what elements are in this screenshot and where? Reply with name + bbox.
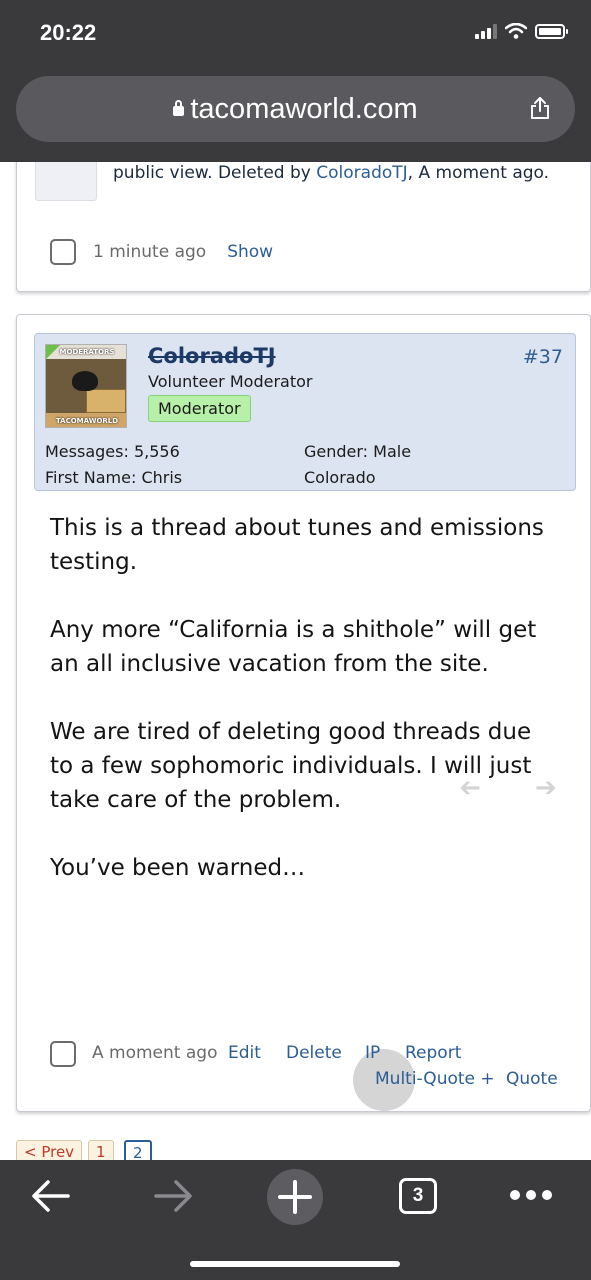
status-icons xyxy=(475,23,568,39)
page-1-button[interactable]: 1 xyxy=(88,1140,114,1160)
deleted-by-link[interactable]: ColoradoTJ xyxy=(316,163,407,183)
post-card: MODERATORS TACOMAWORLD ColoradoTJ Volunt… xyxy=(16,314,591,1112)
first-name-stat: First Name: Chris xyxy=(45,468,183,487)
back-arrow-icon[interactable] xyxy=(30,1178,72,1214)
ip-link[interactable]: IP xyxy=(365,1043,380,1063)
deleted-post-avatar-placeholder xyxy=(35,162,97,201)
deleted-notice: public view. Deleted by ColoradoTJ, A mo… xyxy=(113,163,550,183)
location-stat: Colorado xyxy=(304,468,376,487)
home-indicator[interactable] xyxy=(190,1261,400,1267)
post-body: This is a thread about tunes and emissio… xyxy=(50,511,550,919)
signal-icon xyxy=(475,23,497,39)
post-number-link[interactable]: #37 xyxy=(523,346,563,368)
battery-icon xyxy=(535,23,568,39)
moderator-badge: Moderator xyxy=(148,395,251,422)
wifi-icon xyxy=(505,23,527,39)
deleted-post-card: public view. Deleted by ColoradoTJ, A mo… xyxy=(16,162,591,292)
forward-arrow-icon[interactable] xyxy=(152,1178,194,1214)
user-info-panel: MODERATORS TACOMAWORLD ColoradoTJ Volunt… xyxy=(34,333,576,491)
multi-quote-link[interactable]: Multi-Quote + xyxy=(375,1069,495,1089)
quote-link[interactable]: Quote xyxy=(506,1069,558,1089)
more-dots-icon[interactable] xyxy=(509,1188,553,1202)
select-post-checkbox[interactable] xyxy=(50,239,76,265)
prev-page-button[interactable]: < Prev xyxy=(16,1140,83,1160)
share-icon[interactable] xyxy=(529,96,551,120)
messages-count: 5,556 xyxy=(133,442,180,461)
avatar[interactable]: MODERATORS TACOMAWORLD xyxy=(45,344,127,428)
lock-icon xyxy=(173,100,185,116)
post-time: 1 minute ago xyxy=(93,242,207,262)
delete-link[interactable]: Delete xyxy=(286,1043,342,1063)
new-tab-plus-icon[interactable] xyxy=(266,1168,324,1226)
browser-top-chrome: 20:22 tacomaworld.com xyxy=(0,0,591,162)
post-paragraph: This is a thread about tunes and emissio… xyxy=(50,515,544,575)
prev-arrow-icon[interactable]: ➔ xyxy=(459,773,481,803)
show-link[interactable]: Show xyxy=(227,242,273,262)
page-content: public view. Deleted by ColoradoTJ, A mo… xyxy=(0,162,591,1160)
post-paragraph: Any more “California is a shithole” will… xyxy=(50,617,537,677)
messages-stat: Messages: 5,556 xyxy=(45,442,180,461)
post-paragraph: You’ve been warned… xyxy=(50,855,306,881)
gender-stat: Gender: Male xyxy=(304,442,412,461)
url-text: tacomaworld.com xyxy=(190,92,418,125)
post-actions: A moment ago Edit Delete IP Report Multi… xyxy=(50,1041,570,1101)
next-arrow-icon[interactable]: ➔ xyxy=(535,773,557,803)
post-time: A moment ago xyxy=(92,1043,218,1063)
username-link[interactable]: ColoradoTJ xyxy=(148,344,276,368)
tabs-icon[interactable]: 3 xyxy=(399,1178,437,1214)
status-time: 20:22 xyxy=(40,20,97,45)
page-2-button[interactable]: 2 xyxy=(124,1140,152,1160)
user-title: Volunteer Moderator xyxy=(148,372,313,391)
edit-link[interactable]: Edit xyxy=(228,1043,261,1063)
select-post-checkbox[interactable] xyxy=(50,1041,76,1067)
report-link[interactable]: Report xyxy=(405,1043,461,1063)
url-bar[interactable]: tacomaworld.com xyxy=(16,76,575,142)
